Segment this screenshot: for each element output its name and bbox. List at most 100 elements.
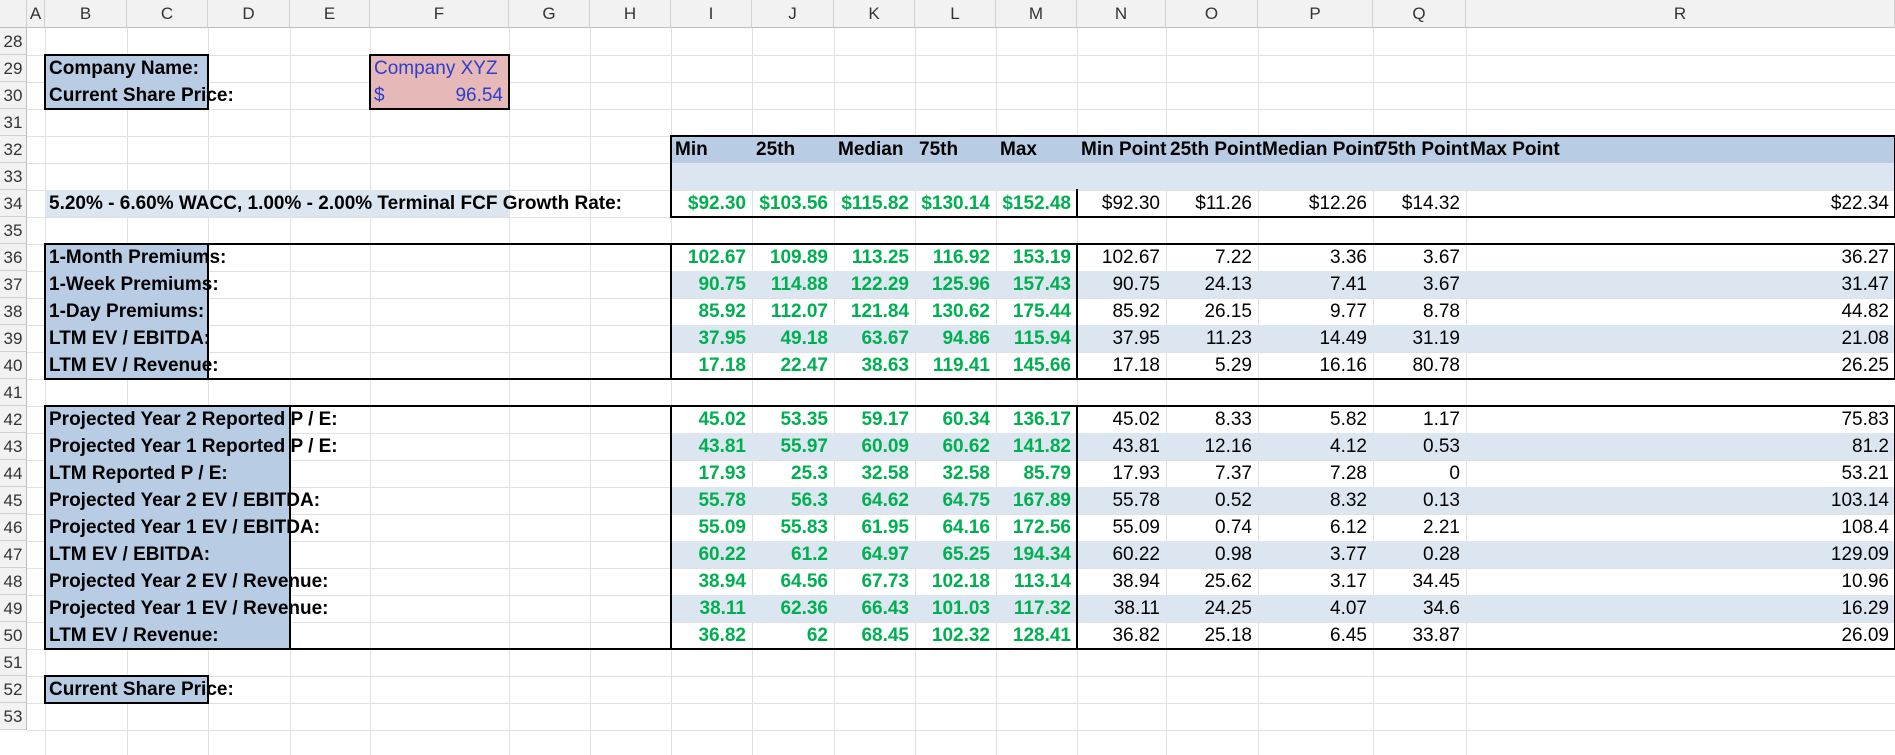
premium-value[interactable]: 7.41 — [1258, 271, 1373, 298]
premium-value[interactable]: 122.29 — [834, 271, 915, 298]
dcf-value[interactable]: $12.26 — [1258, 190, 1373, 217]
premium-value[interactable]: 9.77 — [1258, 298, 1373, 325]
premium-value[interactable]: 37.95 — [1077, 325, 1166, 352]
premium-value[interactable]: 14.49 — [1258, 325, 1373, 352]
multiple-value[interactable]: 55.09 — [1077, 514, 1166, 541]
premium-value[interactable]: 22.47 — [752, 352, 834, 379]
multiple-value[interactable]: 36.82 — [671, 622, 752, 649]
multiple-value[interactable]: 0.98 — [1166, 541, 1258, 568]
multiple-value[interactable]: 32.58 — [915, 460, 996, 487]
row-header[interactable]: 50 — [0, 622, 27, 649]
multiple-value[interactable]: 75.83 — [1466, 406, 1895, 433]
company-name-input[interactable]: Company XYZ — [370, 55, 509, 82]
multiple-value[interactable]: 16.29 — [1466, 595, 1895, 622]
column-header[interactable]: F — [370, 0, 509, 28]
dcf-value[interactable]: $92.30 — [1077, 190, 1166, 217]
multiple-value[interactable]: 59.17 — [834, 406, 915, 433]
multiple-value[interactable]: 108.4 — [1466, 514, 1895, 541]
column-header[interactable]: D — [208, 0, 290, 28]
premium-value[interactable]: 90.75 — [1077, 271, 1166, 298]
premium-value[interactable]: 175.44 — [996, 298, 1077, 325]
dcf-value[interactable]: $115.82 — [834, 190, 915, 217]
column-header[interactable]: M — [996, 0, 1077, 28]
multiple-value[interactable]: 38.11 — [1077, 595, 1166, 622]
multiple-value[interactable]: 172.56 — [996, 514, 1077, 541]
row-header[interactable]: 36 — [0, 244, 27, 271]
multiple-value[interactable]: 0.74 — [1166, 514, 1258, 541]
multiple-value[interactable]: 64.62 — [834, 487, 915, 514]
row-header[interactable]: 53 — [0, 703, 27, 730]
multiple-value[interactable]: 33.87 — [1373, 622, 1466, 649]
multiple-value[interactable]: 61.2 — [752, 541, 834, 568]
dcf-value[interactable]: $14.32 — [1373, 190, 1466, 217]
column-header[interactable]: P — [1258, 0, 1373, 28]
row-header[interactable]: 52 — [0, 676, 27, 703]
premium-value[interactable]: 114.88 — [752, 271, 834, 298]
select-all-corner[interactable] — [0, 0, 27, 28]
multiple-value[interactable]: 3.77 — [1258, 541, 1373, 568]
premium-value[interactable]: 109.89 — [752, 244, 834, 271]
dcf-value[interactable]: $130.14 — [915, 190, 996, 217]
multiple-value[interactable]: 55.78 — [1077, 487, 1166, 514]
dcf-value[interactable]: $152.48 — [996, 190, 1077, 217]
multiple-value[interactable]: 43.81 — [671, 433, 752, 460]
multiple-value[interactable]: 53.21 — [1466, 460, 1895, 487]
multiple-value[interactable]: 6.45 — [1258, 622, 1373, 649]
premium-value[interactable]: 145.66 — [996, 352, 1077, 379]
multiple-value[interactable]: 55.83 — [752, 514, 834, 541]
share-price-input[interactable]: 96.54 — [370, 82, 509, 109]
premium-value[interactable]: 8.78 — [1373, 298, 1466, 325]
row-header[interactable]: 42 — [0, 406, 27, 433]
premium-value[interactable]: 5.29 — [1166, 352, 1258, 379]
premium-value[interactable]: 26.15 — [1166, 298, 1258, 325]
multiple-value[interactable]: 60.34 — [915, 406, 996, 433]
multiple-value[interactable]: 36.82 — [1077, 622, 1166, 649]
row-header[interactable]: 39 — [0, 325, 27, 352]
multiple-value[interactable]: 25.18 — [1166, 622, 1258, 649]
row-header[interactable]: 40 — [0, 352, 27, 379]
multiple-value[interactable]: 66.43 — [834, 595, 915, 622]
premium-value[interactable]: 125.96 — [915, 271, 996, 298]
multiple-value[interactable]: 3.17 — [1258, 568, 1373, 595]
multiple-value[interactable]: 6.12 — [1258, 514, 1373, 541]
row-header[interactable]: 51 — [0, 649, 27, 676]
premium-value[interactable]: 36.27 — [1466, 244, 1895, 271]
multiple-value[interactable]: 4.07 — [1258, 595, 1373, 622]
premium-value[interactable]: 90.75 — [671, 271, 752, 298]
dcf-value[interactable]: $103.56 — [752, 190, 834, 217]
premium-value[interactable]: 102.67 — [1077, 244, 1166, 271]
column-header[interactable]: R — [1466, 0, 1895, 28]
column-header[interactable]: O — [1166, 0, 1258, 28]
dcf-value[interactable]: $22.34 — [1466, 190, 1895, 217]
multiple-value[interactable]: 67.73 — [834, 568, 915, 595]
multiple-value[interactable]: 64.97 — [834, 541, 915, 568]
multiple-value[interactable]: 17.93 — [671, 460, 752, 487]
multiple-value[interactable]: 60.09 — [834, 433, 915, 460]
multiple-value[interactable]: 8.33 — [1166, 406, 1258, 433]
multiple-value[interactable]: 38.94 — [1077, 568, 1166, 595]
premium-value[interactable]: 85.92 — [1077, 298, 1166, 325]
multiple-value[interactable]: 128.41 — [996, 622, 1077, 649]
row-header[interactable]: 41 — [0, 379, 27, 406]
multiple-value[interactable]: 38.94 — [671, 568, 752, 595]
multiple-value[interactable]: 65.25 — [915, 541, 996, 568]
premium-value[interactable]: 80.78 — [1373, 352, 1466, 379]
premium-value[interactable]: 3.67 — [1373, 271, 1466, 298]
premium-value[interactable]: 17.18 — [671, 352, 752, 379]
multiple-value[interactable]: 34.6 — [1373, 595, 1466, 622]
row-header[interactable]: 34 — [0, 190, 27, 217]
multiple-value[interactable]: 64.56 — [752, 568, 834, 595]
multiple-value[interactable]: 24.25 — [1166, 595, 1258, 622]
column-header[interactable]: I — [671, 0, 752, 28]
row-header[interactable]: 32 — [0, 136, 27, 163]
multiple-value[interactable]: 17.93 — [1077, 460, 1166, 487]
row-header[interactable]: 33 — [0, 163, 27, 190]
row-header[interactable]: 47 — [0, 541, 27, 568]
premium-value[interactable]: 85.92 — [671, 298, 752, 325]
multiple-value[interactable]: 194.34 — [996, 541, 1077, 568]
column-header[interactable]: G — [509, 0, 590, 28]
premium-value[interactable]: 16.16 — [1258, 352, 1373, 379]
multiple-value[interactable]: 7.28 — [1258, 460, 1373, 487]
premium-value[interactable]: 3.36 — [1258, 244, 1373, 271]
multiple-value[interactable]: 62 — [752, 622, 834, 649]
